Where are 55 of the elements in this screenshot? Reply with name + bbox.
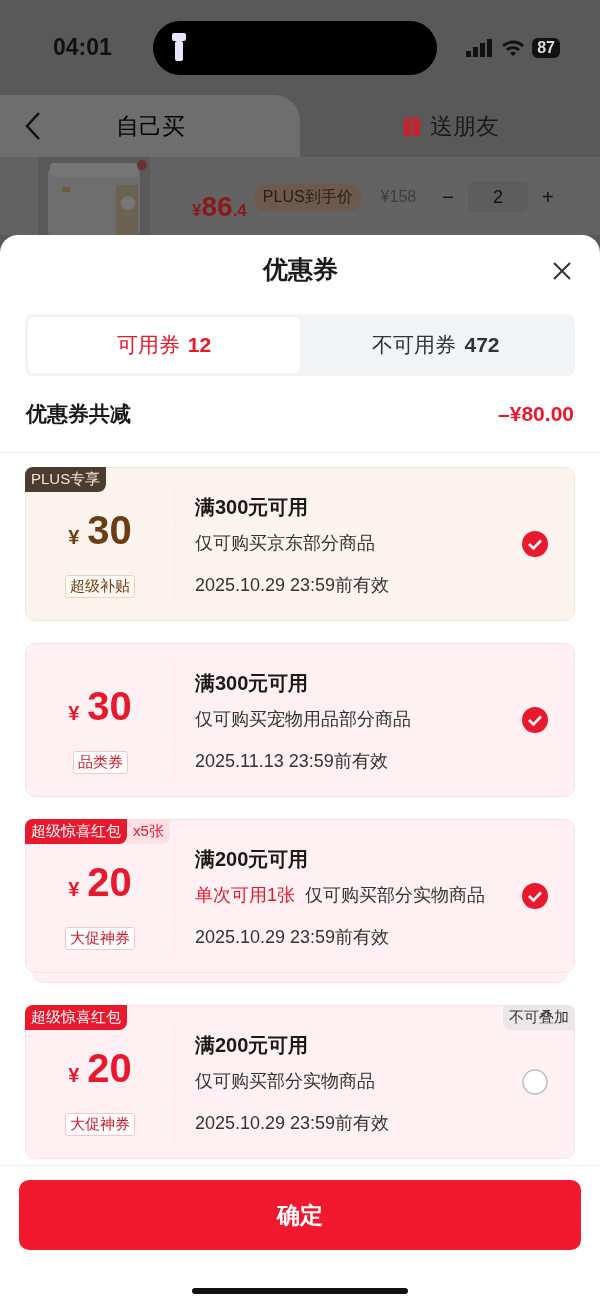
close-icon[interactable] [552,261,572,281]
minus-button[interactable]: − [442,185,454,209]
coupon-badge: 超级惊喜红包 [25,1005,127,1030]
confirm-button[interactable]: 确定 [19,1180,581,1250]
battery-indicator: 87 [532,37,560,58]
total-discount-value: –¥80.00 [498,402,574,426]
wifi-icon [501,38,526,57]
plus-button[interactable]: + [541,185,554,209]
coupon-card[interactable]: ¥ 30 超级补贴 满300元可用 仅可购买京东部分商品 2025.10.29 23:59前有效 PLUS专享 [25,467,575,621]
expiry-date: 2025.11.13 23:59前有效 [195,750,389,773]
signal-icon [466,38,495,57]
coupon-card[interactable]: ¥ 20 大促神券 满200元可用 单次可用1张 仅可购买部分实物商品 2025.10.29 23:59前有效 超级惊喜红包 x5张 [25,819,575,973]
coupon-amount: ¥ 20 [68,1046,132,1091]
total-discount-label: 优惠券共减 [26,401,131,427]
header-tab[interactable]: 送朋友 [300,95,600,157]
checkbox[interactable] [522,531,548,557]
expiry-date: 2025.10.29 23:59前有效 [195,1112,391,1135]
coupon-amount: ¥ 30 [68,684,132,729]
clock: 04:01 [53,34,113,61]
coupon-description: 仅可购买部分实物商品 [305,884,485,907]
stacking-label: 不可叠加 [503,1005,575,1030]
count-badge: x5张 [127,819,170,844]
coupon-amount: ¥ 30 [68,508,132,553]
expiry-date: 2025.10.29 23:59前有效 [195,926,391,949]
coupon-tag: 大促神券 [65,927,135,950]
gift-icon [401,115,422,137]
product-price: ¥86.4 [192,191,247,223]
expiry-date: 2025.10.29 23:59前有效 [195,574,391,597]
coupon-description: 仅可购买部分实物商品 [195,1070,376,1093]
coupon-tag: 超级补贴 [65,575,135,598]
coupon-title: 满200元可用 [195,847,310,872]
checkbox[interactable] [522,883,548,909]
coupon-tag: 大促神券 [65,1113,135,1136]
quantity-field[interactable]: 2 [467,182,528,212]
coupon-card[interactable]: ¥ 30 品类券 满300元可用 仅可购买宠物用品部分商品 2025.11.13 23:59前有效 [25,643,575,797]
coupon-badge: PLUS专享 [25,467,107,492]
coupon-title: 满300元可用 [195,495,310,520]
flashlight-icon [171,32,187,63]
back-icon[interactable] [24,111,42,141]
coupon-tag: 品类券 [72,751,128,774]
usage-limit: 单次可用1张 [195,884,295,907]
coupon-tab[interactable]: 不可用券 472 [300,317,572,373]
coupon-tab[interactable]: 可用券 12 [28,317,300,373]
coupon-title: 满300元可用 [195,671,310,696]
coupon-description: 仅可购买宠物用品部分商品 [195,708,412,731]
checkbox[interactable] [522,707,548,733]
coupon-description: 仅可购买京东部分商品 [195,532,376,555]
coupon-card[interactable]: ¥ 20 大促神券 满200元可用 仅可购买部分实物商品 2025.10.29 23:59前有效 超级惊喜红包 不可叠加 [25,1005,575,1159]
coupon-badge: 超级惊喜红包 [25,819,127,844]
header-tab[interactable]: 自己买 [0,95,300,157]
coupon-amount: ¥ 20 [68,860,132,905]
price-tag: PLUS到手价 [254,183,361,211]
checkbox[interactable] [522,1069,548,1095]
sheet-title: 优惠券 [262,254,338,285]
coupon-title: 满200元可用 [195,1033,310,1058]
